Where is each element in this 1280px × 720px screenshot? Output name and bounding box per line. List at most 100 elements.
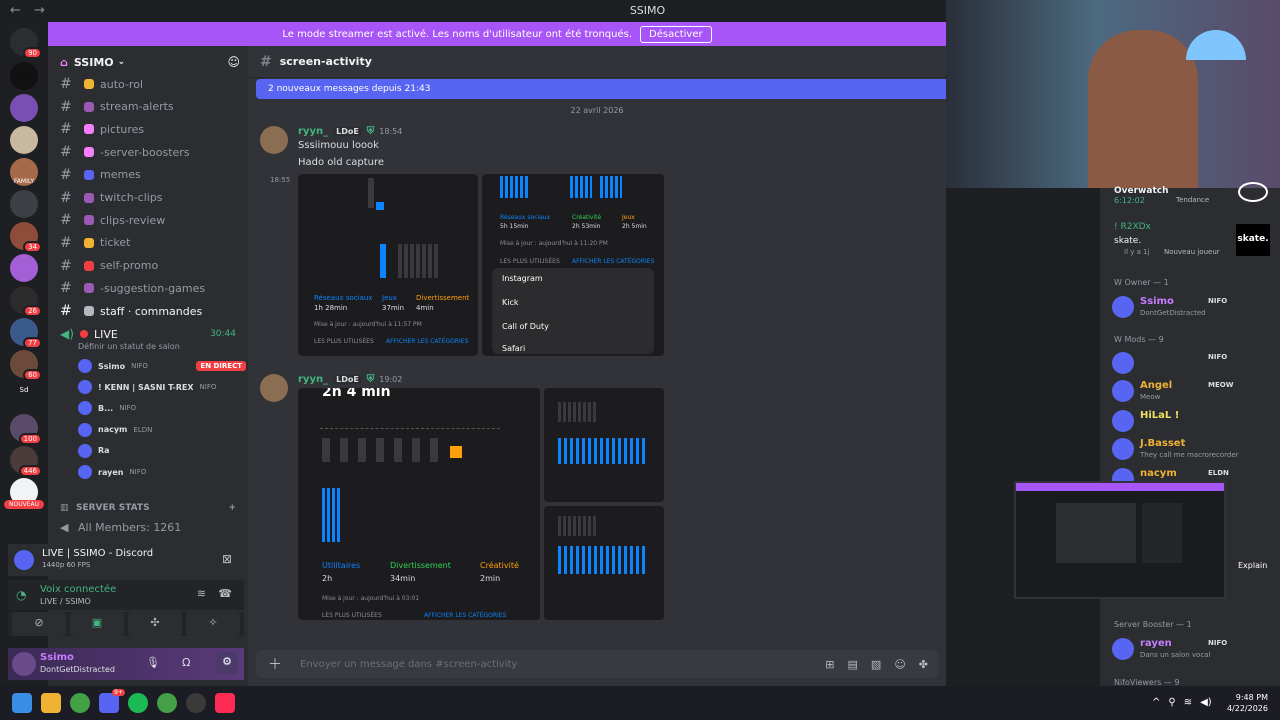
apps-icon[interactable]: ✤ <box>919 658 928 671</box>
member-name: nacym <box>1140 468 1177 479</box>
category-server-stats[interactable]: ▥ SERVER STATS + <box>60 498 246 518</box>
noise-icon[interactable]: ≋ <box>197 587 206 600</box>
channel-item[interactable]: # stream-alerts <box>60 97 246 117</box>
chrome-icon[interactable] <box>157 693 177 713</box>
voice-user[interactable]: ! KENN | SASNI T-REX NIFO <box>78 377 246 397</box>
server-icon[interactable]: 26 <box>10 286 42 317</box>
spotify-icon[interactable] <box>128 693 148 713</box>
disable-streamer-button[interactable]: Désactiver <box>640 25 712 43</box>
server-icon[interactable] <box>10 254 38 282</box>
file-explorer-icon[interactable] <box>41 693 61 713</box>
voice-user[interactable]: rayen NIFO <box>78 462 246 482</box>
voice-user[interactable]: Ssimo NIFO EN DIRECT <box>78 356 246 376</box>
add-member-icon[interactable]: ☺ <box>227 55 240 69</box>
attachment-image[interactable]: 2h 4 min Utilitaires 2h Divertissement 3… <box>298 388 540 620</box>
plus-icon[interactable]: + <box>228 503 236 513</box>
obs-icon[interactable] <box>186 693 206 713</box>
tiktok-icon[interactable] <box>215 693 235 713</box>
server-icon[interactable]: 60 <box>10 350 42 381</box>
author-name[interactable]: ryyn_ <box>298 126 328 137</box>
volume-icon[interactable]: ◀) <box>1200 697 1212 708</box>
voice-user[interactable]: B... NIFO <box>78 398 246 418</box>
member-item[interactable]: Ssimo NIFO DontGetDistracted <box>1112 292 1276 322</box>
server-icon[interactable]: 77 <box>10 318 42 349</box>
sticker-icon[interactable]: ▧ <box>871 658 881 671</box>
composer-input[interactable]: Envoyer un message dans #screen-activity <box>300 659 517 670</box>
hash-icon: # <box>60 121 72 138</box>
member-item[interactable]: rayen NIFO Dans un salon vocal <box>1112 634 1276 664</box>
server-icon[interactable] <box>10 62 38 90</box>
channel-item[interactable]: # twitch-clips <box>60 188 246 208</box>
show-categories-link: AFFICHER LES CATÉGORIES <box>424 612 507 619</box>
message-composer[interactable]: ＋ Envoyer un message dans #screen-activi… <box>256 650 938 678</box>
server-icon[interactable]: 34 <box>10 222 42 253</box>
avatar[interactable] <box>12 652 36 676</box>
channel-item[interactable]: # self-promo <box>60 256 246 276</box>
channel-item[interactable]: # ticket <box>60 233 246 253</box>
chevron-up-icon[interactable]: ^ <box>1152 697 1160 708</box>
voice-channel-live[interactable]: ◀) LIVE 30:44 <box>60 324 246 344</box>
close-stream-icon[interactable]: ⊠ <box>222 552 232 566</box>
gif-icon[interactable]: ▤ <box>848 658 858 671</box>
channel-emoji-icon <box>84 124 94 135</box>
signal-icon[interactable]: ◔ <box>16 588 26 602</box>
stream-preview[interactable]: Explain <box>1014 481 1267 599</box>
discord-icon[interactable]: 9+ <box>99 689 125 713</box>
soundboard-icon[interactable]: ✧ <box>186 612 240 636</box>
add-attachment-icon[interactable]: ＋ <box>268 654 282 674</box>
server-icon[interactable]: 446 <box>10 446 42 477</box>
server-icon[interactable] <box>10 190 38 218</box>
badge: 100 <box>18 433 42 445</box>
section-header: W Owner — 1 <box>1114 278 1169 287</box>
gift-icon[interactable]: ⊞ <box>825 658 834 671</box>
channel-item[interactable]: # memes <box>60 165 246 185</box>
clock-time: 9:48 PM <box>1235 693 1268 702</box>
attachment-image[interactable] <box>544 506 664 620</box>
channel-item[interactable]: # clips-review <box>60 210 246 230</box>
channel-item[interactable]: # -suggestion-games <box>60 278 246 298</box>
discord-home-icon[interactable]: 90 <box>10 28 42 59</box>
channel-label: -suggestion-games <box>100 281 206 295</box>
screen-share-icon[interactable]: ▣ <box>70 612 124 636</box>
voice-channel-path[interactable]: LIVE / SSIMO <box>40 597 91 606</box>
disconnect-icon[interactable]: ☎ <box>218 587 232 600</box>
wifi-icon[interactable]: ≋ <box>1184 697 1192 708</box>
camera-off-icon[interactable]: ⊘ <box>12 612 66 636</box>
member-item[interactable]: NIFO <box>1112 348 1276 378</box>
mic-icon[interactable]: 🎙 <box>146 656 160 669</box>
clock[interactable]: 9:48 PM 4/22/2026 <box>1227 692 1268 714</box>
settings-gear-icon[interactable]: ⚙ <box>216 652 238 674</box>
author-name[interactable]: ryyn_ <box>298 374 328 385</box>
stats-channel[interactable]: ◀ All Members: 1261 <box>60 517 246 537</box>
attachment-image[interactable]: Réseaux sociaux 5h 15min Créativité 2h 5… <box>482 174 664 356</box>
channel-item[interactable]: # pictures <box>60 119 246 139</box>
user-name[interactable]: ! R2XDx <box>1114 222 1151 232</box>
member-item[interactable]: J.Basset They call me macrorecorder <box>1112 434 1276 464</box>
avatar[interactable] <box>260 126 288 154</box>
mic-icon[interactable]: ⚲ <box>1168 697 1175 708</box>
server-icon[interactable] <box>10 94 38 122</box>
avatar[interactable] <box>260 374 288 402</box>
channel-item[interactable]: # staff · commandes <box>60 301 246 321</box>
chrome-icon[interactable] <box>70 693 90 713</box>
channel-status-hint[interactable]: Définir un statut de salon <box>78 342 180 351</box>
guild-tag: NIFO <box>129 468 147 476</box>
channel-emoji-icon <box>84 79 94 89</box>
emoji-icon[interactable]: ☺ <box>894 658 905 671</box>
channel-item[interactable]: # -server-boosters <box>60 142 246 162</box>
voice-user[interactable]: Ra <box>78 441 246 461</box>
headphones-icon[interactable]: Ω <box>182 656 190 669</box>
channel-label: self-promo <box>100 259 159 273</box>
member-item[interactable]: Angel MEOW Meow <box>1112 376 1276 406</box>
server-icon[interactable]: 100 <box>10 414 42 445</box>
attachment-image[interactable]: Réseaux sociaux 1h 28min Jeux 37min Dive… <box>298 174 478 356</box>
attachment-image[interactable] <box>544 388 664 502</box>
channel-item[interactable]: # auto-rol <box>60 74 246 94</box>
windows-start-icon[interactable] <box>12 693 32 713</box>
member-item[interactable]: HiLaL ! <box>1112 406 1276 436</box>
badge: 77 <box>23 337 42 349</box>
server-icon[interactable] <box>10 126 38 154</box>
voice-user[interactable]: nacym ELDN <box>78 420 246 440</box>
activity-icon[interactable]: ✣ <box>128 612 182 636</box>
new-messages-bar[interactable]: 2 nouveaux messages depuis 21:43 <box>256 79 946 99</box>
